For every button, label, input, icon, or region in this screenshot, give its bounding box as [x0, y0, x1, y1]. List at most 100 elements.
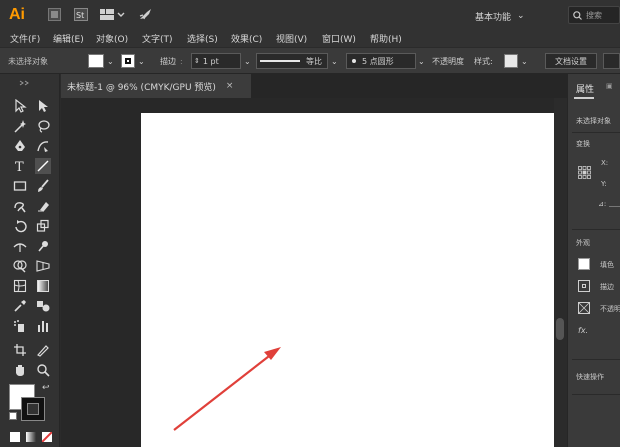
stroke-color-swatch[interactable]: [21, 397, 45, 421]
color-mode-icon[interactable]: [10, 432, 20, 442]
active-tab-indicator: [574, 97, 594, 99]
panel-selection-state: 未选择对象: [576, 117, 611, 125]
tools-panel: T ↩: [0, 74, 60, 447]
default-colors-icon[interactable]: [9, 412, 17, 420]
menu-help[interactable]: 帮助(H): [370, 32, 402, 45]
svg-text:T: T: [15, 160, 24, 173]
opacity-icon[interactable]: [578, 302, 590, 314]
canvas-area[interactable]: [61, 98, 555, 447]
control-bar: 未选择对象 ⌄ ⌄ 描边 : ⇕ 1 pt ⌄ 等比 ⌄ 5 点圆形 ⌄ 不透明…: [0, 48, 620, 74]
menu-select[interactable]: 选择(S): [187, 32, 218, 45]
stroke-weight-value: 1 pt: [202, 56, 219, 66]
divider: [572, 359, 620, 360]
curvature-tool-icon[interactable]: [35, 138, 51, 154]
menu-effect[interactable]: 效果(C): [231, 32, 262, 45]
gpu-rocket-icon[interactable]: [138, 8, 152, 21]
preferences-button[interactable]: [603, 53, 620, 69]
paintbrush-tool-icon[interactable]: [35, 178, 51, 194]
panel-fill-swatch[interactable]: [578, 258, 590, 270]
fill-swatch[interactable]: ⌄: [88, 53, 114, 69]
eraser-tool-icon[interactable]: [35, 198, 51, 214]
panel-stroke-swatch[interactable]: [578, 280, 590, 292]
style-swatch[interactable]: ⌄: [504, 53, 528, 69]
document-tab-bar: 未标题-1 @ 96% (CMYK/GPU 预览) ×: [61, 74, 567, 98]
title-bar: Ai St 基本功能 ⌄ 搜索: [0, 0, 620, 30]
document-tab-title: 未标题-1 @ 96% (CMYK/GPU 预览): [67, 82, 216, 93]
menu-view[interactable]: 视图(V): [276, 32, 307, 45]
zoom-tool-icon[interactable]: [35, 362, 51, 378]
shaper-tool-icon[interactable]: [12, 198, 28, 214]
lasso-tool-icon[interactable]: [35, 118, 51, 134]
type-tool-icon[interactable]: T: [12, 158, 28, 174]
blend-tool-icon[interactable]: [35, 298, 51, 314]
chevron-down-icon[interactable]: ⌄: [244, 53, 251, 69]
column-graph-tool-icon[interactable]: [35, 318, 51, 334]
swap-colors-icon[interactable]: ↩: [42, 383, 50, 393]
stroke-label[interactable]: 描边: [160, 53, 176, 69]
stock-icon[interactable]: St: [74, 8, 88, 21]
quick-actions-label: 快速操作: [576, 373, 604, 381]
document-tab[interactable]: 未标题-1 @ 96% (CMYK/GPU 预览) ×: [61, 74, 251, 98]
stroke-weight-field[interactable]: ⇕ 1 pt: [191, 53, 241, 69]
pen-tool-icon[interactable]: [12, 138, 28, 154]
magic-wand-tool-icon[interactable]: [12, 118, 28, 134]
variable-width-profile[interactable]: 等比: [256, 53, 328, 69]
workspace-label: 基本功能: [475, 12, 512, 23]
menu-bar: 文件(F) 编辑(E) 对象(O) 文字(T) 选择(S) 效果(C) 视图(V…: [0, 30, 620, 47]
document-setup-button[interactable]: 文档设置: [545, 53, 597, 69]
selection-tool-icon[interactable]: [12, 98, 28, 114]
angle-field[interactable]: [609, 206, 620, 207]
gradient-mode-icon[interactable]: [26, 432, 36, 442]
hand-tool-icon[interactable]: [12, 362, 28, 378]
arrange-documents-icon[interactable]: [100, 8, 126, 21]
layers-icon[interactable]: ▣: [606, 82, 618, 90]
none-mode-icon[interactable]: [42, 432, 52, 442]
eyedropper-tool-icon[interactable]: [12, 298, 28, 314]
gradient-tool-icon[interactable]: [35, 278, 51, 294]
chevron-down-icon: ⌄: [138, 56, 145, 66]
bridge-icon[interactable]: [48, 8, 61, 21]
line-segment-tool-icon[interactable]: [35, 158, 51, 174]
stepper-icon: ⇕: [194, 57, 200, 65]
profile-label: 等比: [306, 56, 322, 66]
perspective-grid-tool-icon[interactable]: [35, 258, 51, 274]
mesh-tool-icon[interactable]: [12, 278, 28, 294]
symbol-sprayer-tool-icon[interactable]: [12, 318, 28, 334]
artboard-tool-icon[interactable]: [12, 342, 28, 358]
stroke-swatch[interactable]: ⌄: [121, 53, 145, 69]
puppet-warp-tool-icon[interactable]: [35, 238, 51, 254]
selection-state: 未选择对象: [8, 56, 48, 66]
brush-definition[interactable]: 5 点圆形: [346, 53, 416, 69]
chevron-down-icon[interactable]: ⌄: [331, 53, 338, 69]
menu-window[interactable]: 窗口(W): [322, 32, 356, 45]
menu-file[interactable]: 文件(F): [10, 32, 40, 45]
y-label: Y:: [601, 180, 607, 188]
panel-collapse-icon[interactable]: [18, 80, 42, 86]
scroll-thumb[interactable]: [556, 318, 564, 340]
search-icon: [573, 10, 582, 20]
rotate-tool-icon[interactable]: [12, 218, 28, 234]
rectangle-tool-icon[interactable]: [12, 178, 28, 194]
direct-selection-tool-icon[interactable]: [35, 98, 51, 114]
slice-tool-icon[interactable]: [35, 342, 51, 358]
tab-properties[interactable]: 属性: [576, 82, 594, 96]
angle-label: ⊿:: [598, 200, 607, 208]
workspace-switcher[interactable]: 基本功能 ⌄: [475, 8, 557, 24]
vertical-scrollbar[interactable]: [554, 98, 567, 447]
menu-type[interactable]: 文字(T): [142, 32, 173, 45]
search-box[interactable]: 搜索: [568, 6, 620, 24]
properties-panel: 属性 ▣ 未选择对象 变换 X: Y: ⊿: 外观 填色 描边 不透明 fx. …: [567, 74, 620, 447]
menu-edit[interactable]: 编辑(E): [53, 32, 84, 45]
opacity-label: 不透明: [600, 305, 620, 313]
opacity-label[interactable]: 不透明度: [432, 53, 464, 69]
chevron-down-icon[interactable]: ⌄: [418, 53, 425, 69]
menu-object[interactable]: 对象(O): [96, 32, 128, 45]
separator: :: [180, 56, 183, 66]
fx-icon[interactable]: fx.: [578, 326, 588, 335]
transform-label: 变换: [576, 140, 590, 148]
reference-point-icon[interactable]: [578, 166, 591, 179]
scale-tool-icon[interactable]: [35, 218, 51, 234]
shape-builder-tool-icon[interactable]: [12, 258, 28, 274]
close-icon[interactable]: ×: [226, 81, 234, 91]
width-tool-icon[interactable]: [12, 238, 28, 254]
